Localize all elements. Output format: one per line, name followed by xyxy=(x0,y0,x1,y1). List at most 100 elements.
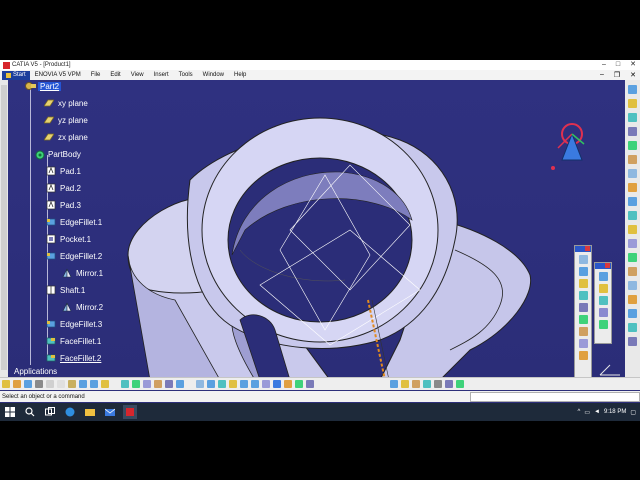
pan-icon[interactable] xyxy=(218,380,226,388)
menu-insert[interactable]: Insert xyxy=(149,72,174,78)
tree-node-edgefillet-2[interactable]: EdgeFillet.2 xyxy=(46,251,102,261)
fly-mode-icon[interactable] xyxy=(196,380,204,388)
tree-node-yz-plane[interactable]: yz plane xyxy=(43,115,88,125)
tool-slot-icon[interactable] xyxy=(628,169,637,178)
compass-icon[interactable] xyxy=(548,120,588,175)
sketcher-icon[interactable] xyxy=(121,380,129,388)
constraint-icon[interactable] xyxy=(143,380,151,388)
std-icon-2[interactable] xyxy=(401,380,409,388)
tool-sew-icon[interactable] xyxy=(628,323,637,332)
doc-restore-icon[interactable]: ❐ xyxy=(614,71,620,79)
3d-viewport[interactable]: Part2 xy plane yz plane zx plane PartBod… xyxy=(0,80,640,380)
zoom-out-icon[interactable] xyxy=(251,380,259,388)
tool-thread-icon[interactable] xyxy=(578,327,588,336)
tree-node-zx-plane[interactable]: zx plane xyxy=(43,132,88,142)
toolbar-close-icon[interactable] xyxy=(605,263,610,268)
tool-draft-icon[interactable] xyxy=(578,291,588,300)
windows-start-icon[interactable] xyxy=(3,405,17,419)
tool-stiffener-icon[interactable] xyxy=(628,183,637,192)
tree-node-facefillet-1[interactable]: FaceFillet.1 xyxy=(46,336,101,346)
undo-icon[interactable] xyxy=(79,380,87,388)
tree-node-mirror-1[interactable]: Mirror.1 xyxy=(62,268,103,278)
sketch-icon[interactable] xyxy=(132,380,140,388)
tree-node-xy-plane[interactable]: xy plane xyxy=(43,98,88,108)
cut-icon[interactable] xyxy=(46,380,54,388)
scrollbar-thumb[interactable] xyxy=(1,85,7,370)
std-icon-3[interactable] xyxy=(412,380,420,388)
tool-thickness-icon[interactable] xyxy=(578,315,588,324)
tool-pattern-icon[interactable] xyxy=(598,308,608,317)
tree-node-pad-1[interactable]: Pad.1 xyxy=(46,166,81,176)
tool-hole-icon[interactable] xyxy=(628,141,637,150)
fit-all-icon[interactable] xyxy=(207,380,215,388)
tree-node-pad-3[interactable]: Pad.3 xyxy=(46,200,81,210)
tool-remove-face-icon[interactable] xyxy=(578,339,588,348)
tool-split-icon[interactable] xyxy=(628,309,637,318)
tool-remove-loft-icon[interactable] xyxy=(628,211,637,220)
tool-pocket-icon[interactable] xyxy=(628,99,637,108)
save-icon[interactable] xyxy=(24,380,32,388)
tool-shell-icon[interactable] xyxy=(578,303,588,312)
close-icon[interactable]: ✕ xyxy=(630,60,636,70)
std-icon-7[interactable] xyxy=(456,380,464,388)
tree-node-edgefillet-1[interactable]: EdgeFillet.1 xyxy=(46,217,102,227)
menu-tools[interactable]: Tools xyxy=(174,72,198,78)
menu-edit[interactable]: Edit xyxy=(105,72,125,78)
std-icon-5[interactable] xyxy=(434,380,442,388)
search-icon[interactable] xyxy=(23,405,37,419)
tool-boolean-icon[interactable] xyxy=(628,295,637,304)
tool-replace-face-icon[interactable] xyxy=(578,351,588,360)
measure-icon[interactable] xyxy=(176,380,184,388)
tree-node-mirror-2[interactable]: Mirror.2 xyxy=(62,302,103,312)
copy-icon[interactable] xyxy=(57,380,65,388)
command-input[interactable] xyxy=(470,392,640,402)
tree-node-pad-2[interactable]: Pad.2 xyxy=(46,183,81,193)
doc-minimize-icon[interactable]: – xyxy=(600,71,604,79)
tool-measure-icon[interactable] xyxy=(628,267,637,276)
tree-node-partbody[interactable]: PartBody xyxy=(34,149,81,160)
new-icon[interactable] xyxy=(2,380,10,388)
shading-icon[interactable] xyxy=(284,380,292,388)
doc-close-icon[interactable]: ✕ xyxy=(630,71,636,79)
menu-file[interactable]: File xyxy=(86,72,106,78)
tool-apply-material-icon[interactable] xyxy=(628,281,637,290)
rotate-icon[interactable] xyxy=(229,380,237,388)
tool-rotate-icon[interactable] xyxy=(598,284,608,293)
tray-arrow-icon[interactable]: ^ xyxy=(578,409,581,415)
edge-browser-icon[interactable] xyxy=(63,405,77,419)
volume-icon[interactable]: ◄ xyxy=(594,409,600,415)
tool-groove-icon[interactable] xyxy=(628,127,637,136)
swap-space-icon[interactable] xyxy=(306,380,314,388)
menu-window[interactable]: Window xyxy=(198,72,229,78)
open-icon[interactable] xyxy=(13,380,21,388)
tool-point-icon[interactable] xyxy=(628,239,637,248)
tool-chamfer-icon[interactable] xyxy=(578,279,588,288)
minimize-icon[interactable]: – xyxy=(602,60,606,70)
tree-node-shaft-1[interactable]: Shaft.1 xyxy=(46,285,85,295)
paste-icon[interactable] xyxy=(68,380,76,388)
tool-analysis-icon[interactable] xyxy=(628,337,637,346)
std-icon-1[interactable] xyxy=(390,380,398,388)
print-icon[interactable] xyxy=(35,380,43,388)
catia-taskbar-icon[interactable] xyxy=(123,405,137,419)
whats-this-icon[interactable] xyxy=(101,380,109,388)
tool-scaling-icon[interactable] xyxy=(598,320,608,329)
std-icon-6[interactable] xyxy=(445,380,453,388)
start-menu[interactable]: Start xyxy=(2,70,30,80)
zoom-in-icon[interactable] xyxy=(240,380,248,388)
update-icon[interactable] xyxy=(154,380,162,388)
menu-enovia[interactable]: ENOVIA V5 VPM xyxy=(30,72,86,78)
tool-pad-icon[interactable] xyxy=(628,85,637,94)
menu-view[interactable]: View xyxy=(126,72,149,78)
menu-help[interactable]: Help xyxy=(229,72,251,78)
tree-node-applications[interactable]: Applications xyxy=(14,367,57,376)
tool-translate-icon[interactable] xyxy=(598,272,608,281)
tool-shaft-icon[interactable] xyxy=(628,113,637,122)
task-view-icon[interactable] xyxy=(43,405,57,419)
tool-plane-icon[interactable] xyxy=(628,225,637,234)
tool-line-icon[interactable] xyxy=(628,253,637,262)
maximize-icon[interactable]: □ xyxy=(616,60,620,70)
tool-sketch-icon[interactable] xyxy=(578,255,588,264)
toolbar-close-icon[interactable] xyxy=(585,246,590,251)
std-icon-4[interactable] xyxy=(423,380,431,388)
